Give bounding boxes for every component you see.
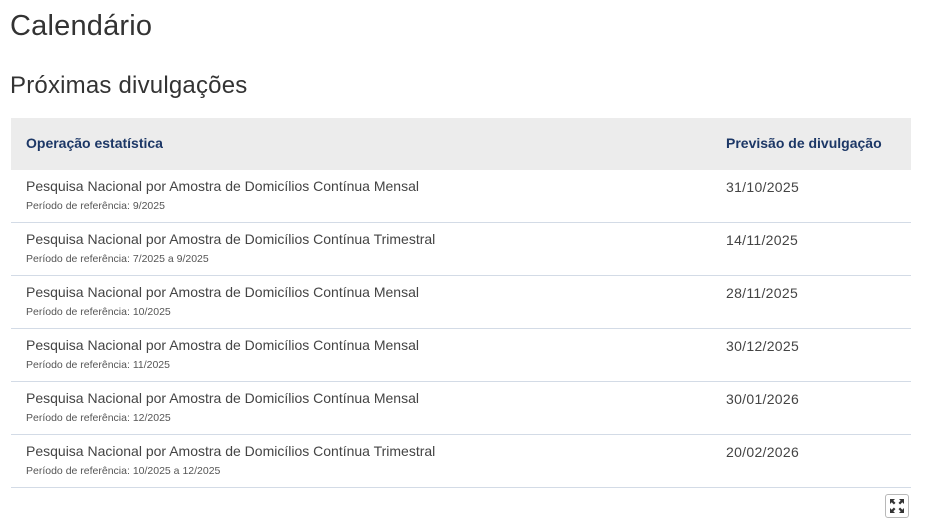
column-header-operation[interactable]: Operação estatística xyxy=(26,135,163,151)
page-title: Calendário xyxy=(10,10,153,42)
table-row: Pesquisa Nacional por Amostra de Domicíl… xyxy=(11,435,911,488)
row-reference-period: Período de referência: 11/2025 xyxy=(26,359,170,371)
row-operation-name: Pesquisa Nacional por Amostra de Domicíl… xyxy=(26,284,419,300)
row-reference-period: Período de referência: 10/2025 xyxy=(26,306,171,318)
row-operation-name: Pesquisa Nacional por Amostra de Domicíl… xyxy=(26,443,436,459)
table-row: Pesquisa Nacional por Amostra de Domicíl… xyxy=(11,223,911,276)
column-header-release-date[interactable]: Previsão de divulgação xyxy=(726,135,882,151)
page: Calendário Próximas divulgações Operação… xyxy=(0,0,936,532)
row-release-date: 30/01/2026 xyxy=(726,391,800,407)
row-operation-name: Pesquisa Nacional por Amostra de Domicíl… xyxy=(26,231,436,247)
row-release-date: 14/11/2025 xyxy=(726,232,799,248)
row-operation-name: Pesquisa Nacional por Amostra de Domicíl… xyxy=(26,337,419,353)
table-row: Pesquisa Nacional por Amostra de Domicíl… xyxy=(11,276,911,329)
row-reference-period: Período de referência: 7/2025 a 9/2025 xyxy=(26,253,209,265)
fullscreen-button[interactable] xyxy=(885,494,909,518)
row-release-date: 31/10/2025 xyxy=(726,179,800,195)
row-operation-name: Pesquisa Nacional por Amostra de Domicíl… xyxy=(26,178,419,194)
row-reference-period: Período de referência: 9/2025 xyxy=(26,200,165,212)
table-row: Pesquisa Nacional por Amostra de Domicíl… xyxy=(11,382,911,435)
row-release-date: 30/12/2025 xyxy=(726,338,800,354)
table-row: Pesquisa Nacional por Amostra de Domicíl… xyxy=(11,170,911,223)
row-operation-name: Pesquisa Nacional por Amostra de Domicíl… xyxy=(26,390,419,406)
releases-table: Operação estatística Previsão de divulga… xyxy=(11,118,911,488)
table-header: Operação estatística Previsão de divulga… xyxy=(11,118,911,170)
row-release-date: 28/11/2025 xyxy=(726,285,799,301)
row-reference-period: Período de referência: 12/2025 xyxy=(26,412,171,424)
expand-icon xyxy=(890,499,904,513)
section-title: Próximas divulgações xyxy=(10,72,248,99)
row-release-date: 20/02/2026 xyxy=(726,444,800,460)
row-reference-period: Período de referência: 10/2025 a 12/2025 xyxy=(26,465,221,477)
table-row: Pesquisa Nacional por Amostra de Domicíl… xyxy=(11,329,911,382)
